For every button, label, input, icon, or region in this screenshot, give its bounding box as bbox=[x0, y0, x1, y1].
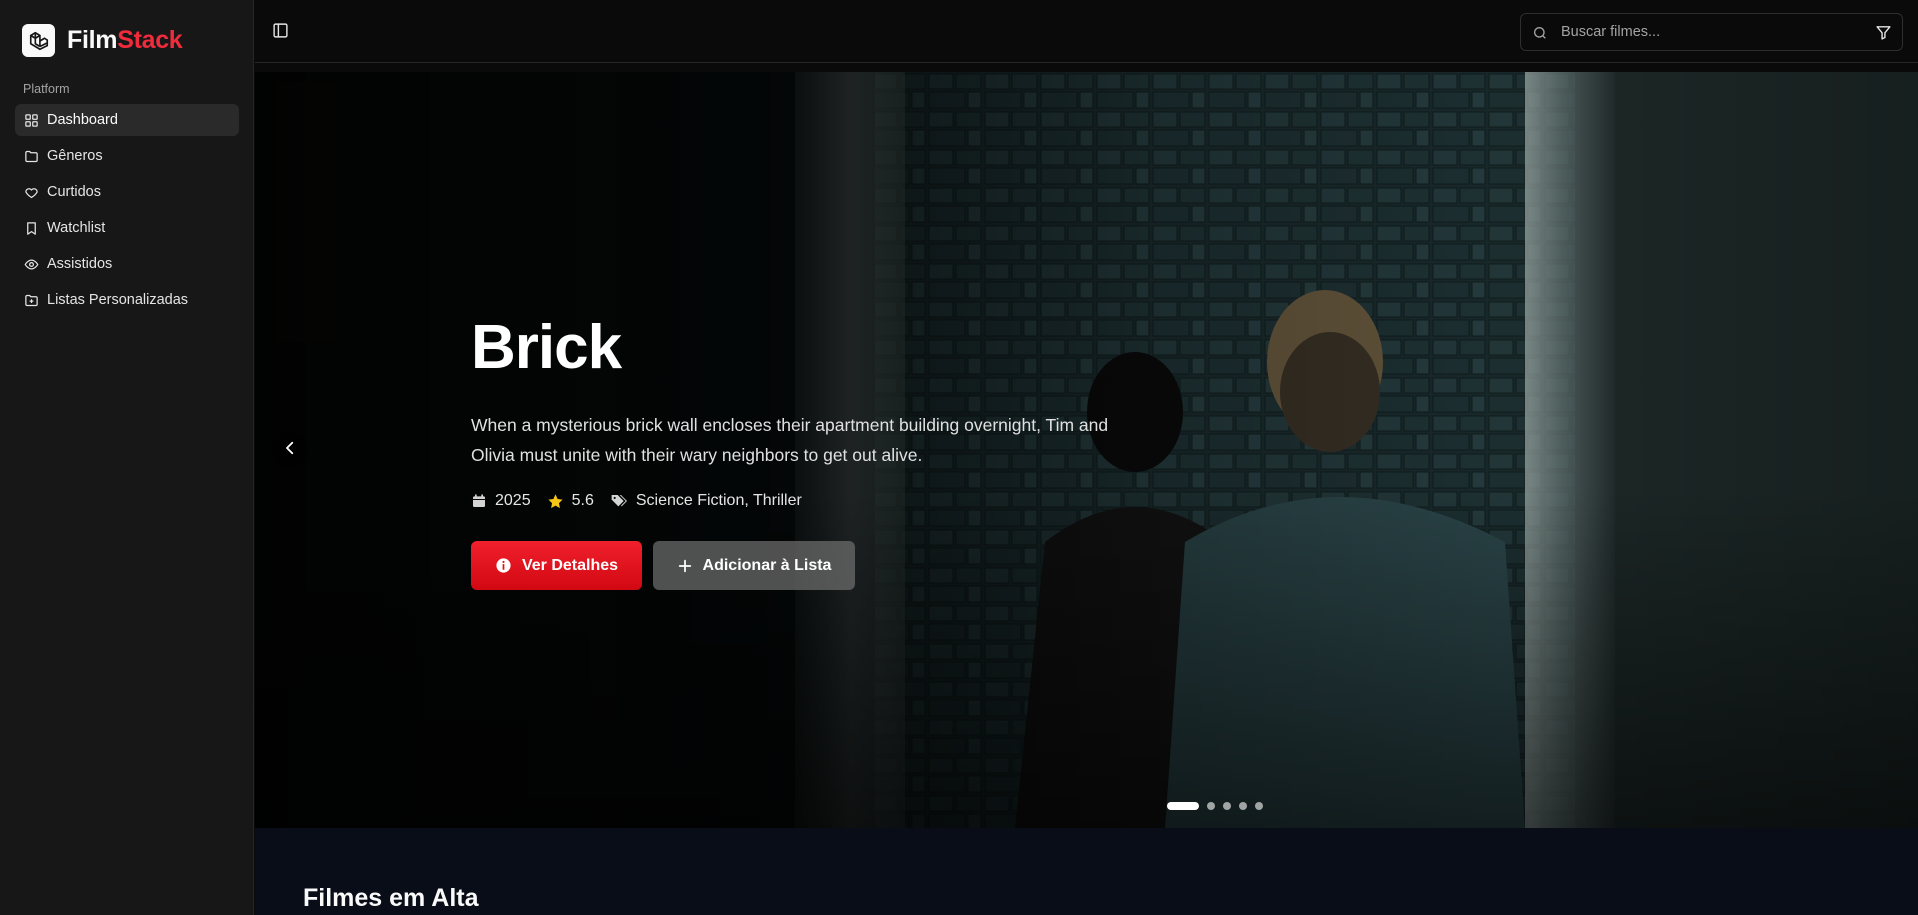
info-icon bbox=[495, 557, 512, 574]
meta-rating-value: 5.6 bbox=[571, 492, 594, 509]
carousel-dot[interactable] bbox=[1239, 802, 1247, 810]
brand-name: FilmStack bbox=[67, 26, 183, 54]
sidebar-section-label: Platform bbox=[23, 82, 70, 96]
sidebar-item-label: Assistidos bbox=[47, 256, 113, 272]
section-title: Filmes em Alta bbox=[303, 884, 479, 912]
carousel-indicators bbox=[1167, 802, 1271, 810]
search-input[interactable] bbox=[1561, 14, 1861, 50]
sidebar-item-watchlist[interactable]: Watchlist bbox=[15, 212, 239, 244]
hero-meta: 2025 5.6 Science Fiction, Thriller bbox=[471, 492, 818, 510]
carousel-prev-button[interactable] bbox=[272, 432, 308, 468]
search-box bbox=[1520, 13, 1903, 51]
sidebar-item-listas-personalizadas[interactable]: Listas Personalizadas bbox=[15, 284, 239, 316]
sidebar-item-label: Dashboard bbox=[47, 112, 118, 128]
sidebar-item-curtidos[interactable]: Curtidos bbox=[15, 176, 239, 208]
calendar-icon bbox=[471, 493, 487, 509]
sidebar-item-assistidos[interactable]: Assistidos bbox=[15, 248, 239, 280]
sidebar-item-generos[interactable]: Gêneros bbox=[15, 140, 239, 172]
heart-icon bbox=[23, 184, 39, 200]
hero-description: When a mysterious brick wall encloses th… bbox=[471, 415, 1109, 465]
chevron-left-icon bbox=[281, 439, 299, 462]
sidebar-toggle-icon[interactable] bbox=[272, 22, 290, 40]
topbar bbox=[255, 0, 1918, 63]
sidebar-item-label: Watchlist bbox=[47, 220, 106, 236]
folder-icon bbox=[23, 148, 39, 164]
hero-actions: Ver Detalhes Adicionar à Lista bbox=[471, 541, 855, 590]
sidebar-nav: Dashboard Gêneros Curtidos Watchlist Ass… bbox=[15, 104, 239, 320]
hero-title: Brick bbox=[471, 313, 622, 382]
bookmark-icon bbox=[23, 220, 39, 236]
grid-icon bbox=[23, 112, 39, 128]
hero-carousel: Brick When a mysterious brick wall enclo… bbox=[255, 72, 1918, 828]
sidebar-item-dashboard[interactable]: Dashboard bbox=[15, 104, 239, 136]
search-icon bbox=[1532, 25, 1548, 46]
add-to-list-button-label: Adicionar à Lista bbox=[702, 556, 832, 574]
sidebar: FilmStack Platform Dashboard Gêneros Cur… bbox=[0, 0, 254, 915]
eye-icon bbox=[23, 256, 39, 272]
sidebar-item-label: Curtidos bbox=[47, 184, 101, 200]
logo-icon bbox=[22, 24, 55, 57]
meta-genres-value: Science Fiction, Thriller bbox=[635, 492, 802, 509]
meta-year-value: 2025 bbox=[495, 492, 531, 509]
details-button-label: Ver Detalhes bbox=[521, 556, 619, 574]
details-button[interactable]: Ver Detalhes bbox=[471, 541, 642, 590]
carousel-dot[interactable] bbox=[1223, 802, 1231, 810]
meta-genres: Science Fiction, Thriller bbox=[610, 492, 802, 510]
star-icon bbox=[547, 493, 564, 510]
sidebar-item-label: Listas Personalizadas bbox=[47, 292, 189, 308]
folder-plus-icon bbox=[23, 292, 39, 308]
carousel-dot[interactable] bbox=[1255, 802, 1263, 810]
plus-icon bbox=[677, 558, 693, 574]
carousel-dot[interactable] bbox=[1167, 802, 1199, 810]
meta-rating: 5.6 bbox=[547, 492, 594, 510]
brand[interactable]: FilmStack bbox=[22, 24, 183, 57]
meta-year: 2025 bbox=[471, 492, 531, 510]
sidebar-item-label: Gêneros bbox=[47, 148, 103, 164]
carousel-dot[interactable] bbox=[1207, 802, 1215, 810]
tags-icon bbox=[610, 493, 628, 509]
trending-section: Filmes em Alta bbox=[255, 828, 1918, 915]
add-to-list-button[interactable]: Adicionar à Lista bbox=[653, 541, 855, 590]
filter-icon[interactable] bbox=[1875, 24, 1892, 46]
